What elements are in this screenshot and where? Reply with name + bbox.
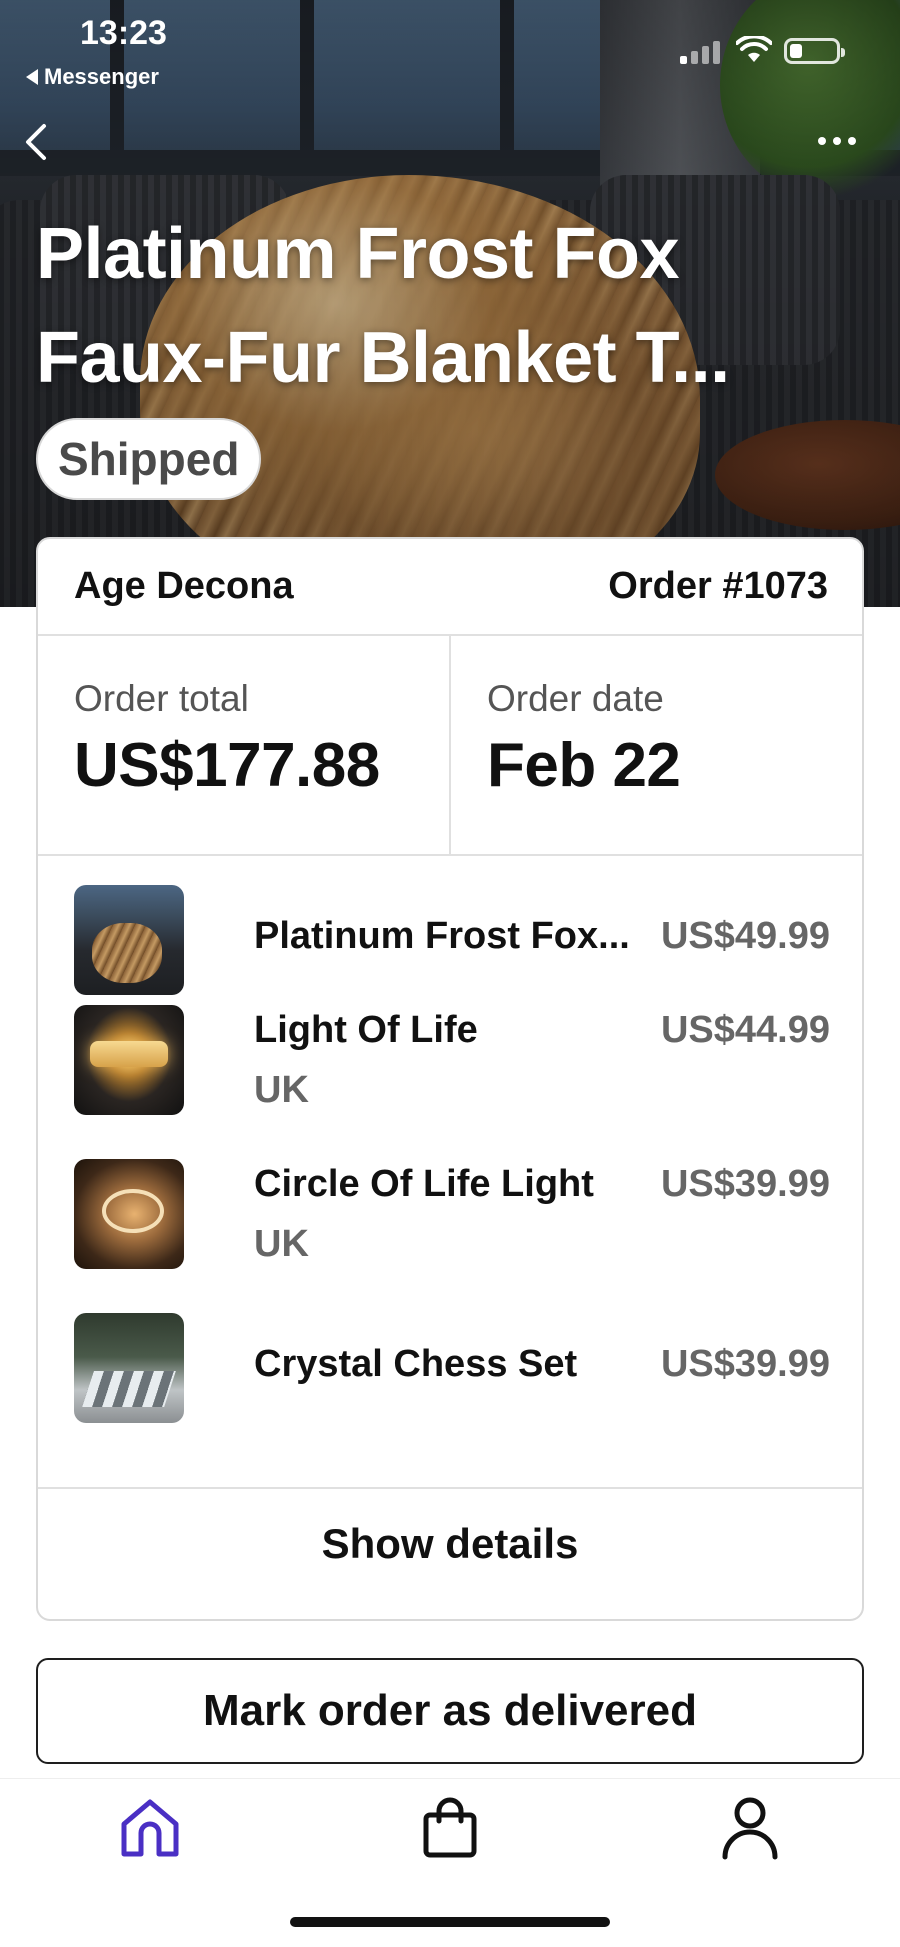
order-number: Order #1073 — [608, 565, 828, 607]
order-summary: Order total US$177.88 Order date Feb 22 — [38, 636, 862, 856]
order-items-list: Platinum Frost Fox... US$49.99 Light Of … — [38, 856, 862, 1489]
item-price: US$39.99 — [660, 1343, 830, 1385]
product-thumbnail — [74, 885, 184, 995]
home-indicator — [290, 1917, 610, 1927]
product-title-line-2: Faux-Fur Blanket T... — [36, 318, 730, 398]
order-item[interactable]: Light Of Life UK US$44.99 — [74, 1005, 830, 1115]
customer-name: Age Decona — [74, 565, 294, 607]
order-item[interactable]: Circle Of Life Light UK US$39.99 — [74, 1159, 830, 1269]
user-icon[interactable] — [715, 1793, 785, 1863]
order-total-block: Order total US$177.88 — [38, 636, 449, 854]
order-date-block: Order date Feb 22 — [449, 636, 862, 854]
chevron-left-icon[interactable] — [18, 120, 58, 164]
item-name: Circle Of Life Light — [254, 1163, 594, 1205]
battery-icon — [784, 38, 845, 64]
item-name: Crystal Chess Set — [254, 1343, 578, 1385]
back-app-label: Messenger — [44, 64, 159, 89]
back-to-app-link[interactable]: Messenger — [26, 64, 159, 90]
product-thumbnail — [74, 1313, 184, 1423]
order-card-header: Age Decona Order #1073 — [38, 539, 862, 636]
item-price: US$49.99 — [660, 915, 830, 957]
product-title: Platinum Frost Fox Faux-Fur Blanket T... — [36, 202, 866, 410]
back-triangle-icon — [26, 69, 38, 85]
order-item[interactable]: Platinum Frost Fox... US$49.99 — [74, 885, 830, 995]
order-total-label: Order total — [74, 678, 249, 719]
item-price: US$39.99 — [660, 1163, 830, 1205]
more-horizontal-icon[interactable] — [818, 132, 868, 150]
product-thumbnail — [74, 1159, 184, 1269]
item-name: Light Of Life — [254, 1009, 478, 1051]
shopping-bag-icon[interactable] — [415, 1793, 485, 1863]
item-name: Platinum Frost Fox... — [254, 915, 630, 957]
cellular-signal-icon — [680, 38, 724, 64]
mark-delivered-button[interactable]: Mark order as delivered — [36, 1658, 864, 1764]
item-variant: UK — [254, 1069, 309, 1111]
wifi-icon — [736, 36, 772, 62]
status-badge: Shipped — [36, 418, 262, 500]
home-icon[interactable] — [115, 1793, 185, 1863]
order-item[interactable]: Crystal Chess Set US$39.99 — [74, 1313, 830, 1423]
item-price: US$44.99 — [660, 1009, 830, 1051]
show-details-button[interactable]: Show details — [38, 1489, 862, 1599]
product-thumbnail — [74, 1005, 184, 1115]
product-title-line-1: Platinum Frost Fox — [36, 214, 680, 294]
item-variant: UK — [254, 1223, 309, 1265]
order-card: Age Decona Order #1073 Order total US$17… — [36, 537, 864, 1621]
status-time: 13:23 — [80, 14, 167, 52]
order-date-label: Order date — [487, 678, 664, 719]
order-date-value: Feb 22 — [487, 731, 681, 800]
order-total-value: US$177.88 — [74, 731, 380, 800]
